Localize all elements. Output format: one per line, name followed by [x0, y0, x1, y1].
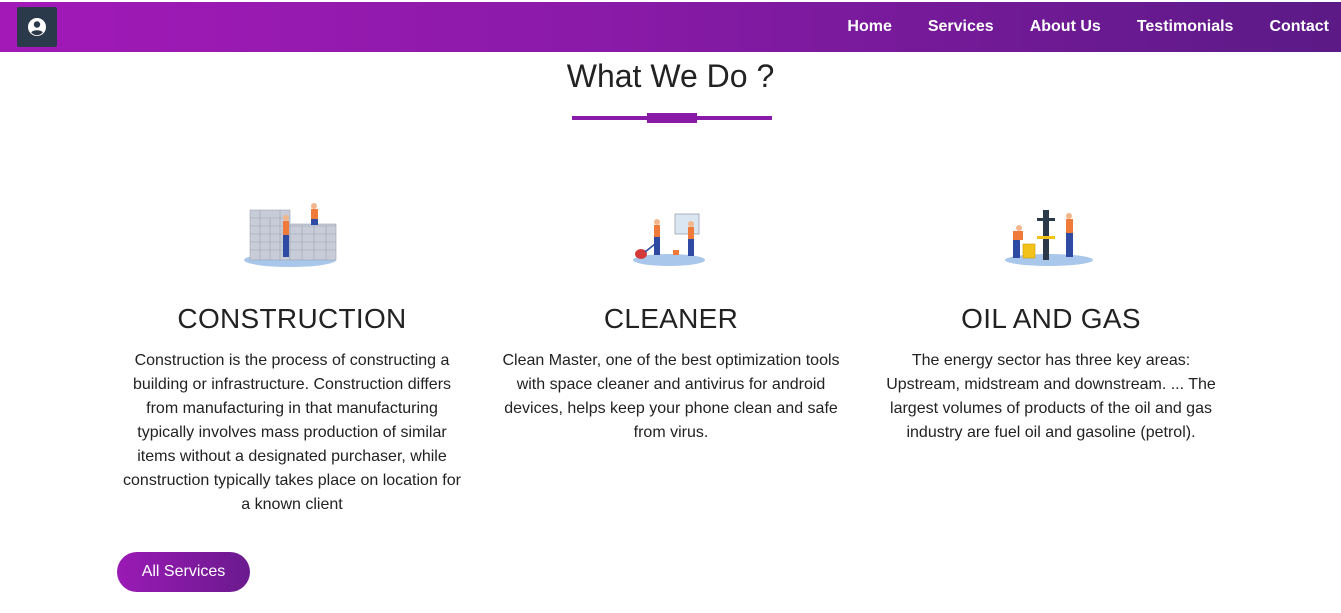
nav-home-link[interactable]: Home: [847, 18, 891, 36]
cleaner-illustration: [496, 190, 846, 270]
user-account-button[interactable]: [17, 7, 57, 47]
service-title: CLEANER: [603, 303, 739, 334]
all-services-button[interactable]: All Services: [117, 552, 250, 592]
service-card-construction: CONSTRUCTION Construction is the process…: [117, 190, 467, 517]
main-nav: Home Services About Us Testimonials Cont…: [847, 2, 1341, 52]
nav-contact-link[interactable]: Contact: [1269, 18, 1329, 36]
nav-testimonials-link[interactable]: Testimonials: [1137, 18, 1234, 36]
user-circle-icon: [28, 18, 46, 36]
service-card-cleaner: CLEANER Clean Master, one of the best op…: [496, 190, 846, 445]
service-card-oil-gas: OIL AND GAS The energy sector has three …: [876, 190, 1226, 445]
service-description: Clean Master, one of the best optimizati…: [502, 352, 840, 441]
construction-illustration: [117, 190, 467, 270]
title-divider-accent: [647, 113, 697, 123]
navbar: Home Services About Us Testimonials Cont…: [0, 2, 1341, 52]
nav-about-link[interactable]: About Us: [1030, 18, 1101, 36]
section-title: What We Do ?: [566, 58, 775, 94]
service-description: Construction is the process of construct…: [123, 352, 461, 513]
nav-services-link[interactable]: Services: [928, 18, 994, 36]
service-title: CONSTRUCTION: [177, 303, 407, 334]
service-description: The energy sector has three key areas: U…: [886, 352, 1216, 441]
service-title: OIL AND GAS: [961, 303, 1141, 334]
oil-gas-illustration: [876, 190, 1226, 270]
